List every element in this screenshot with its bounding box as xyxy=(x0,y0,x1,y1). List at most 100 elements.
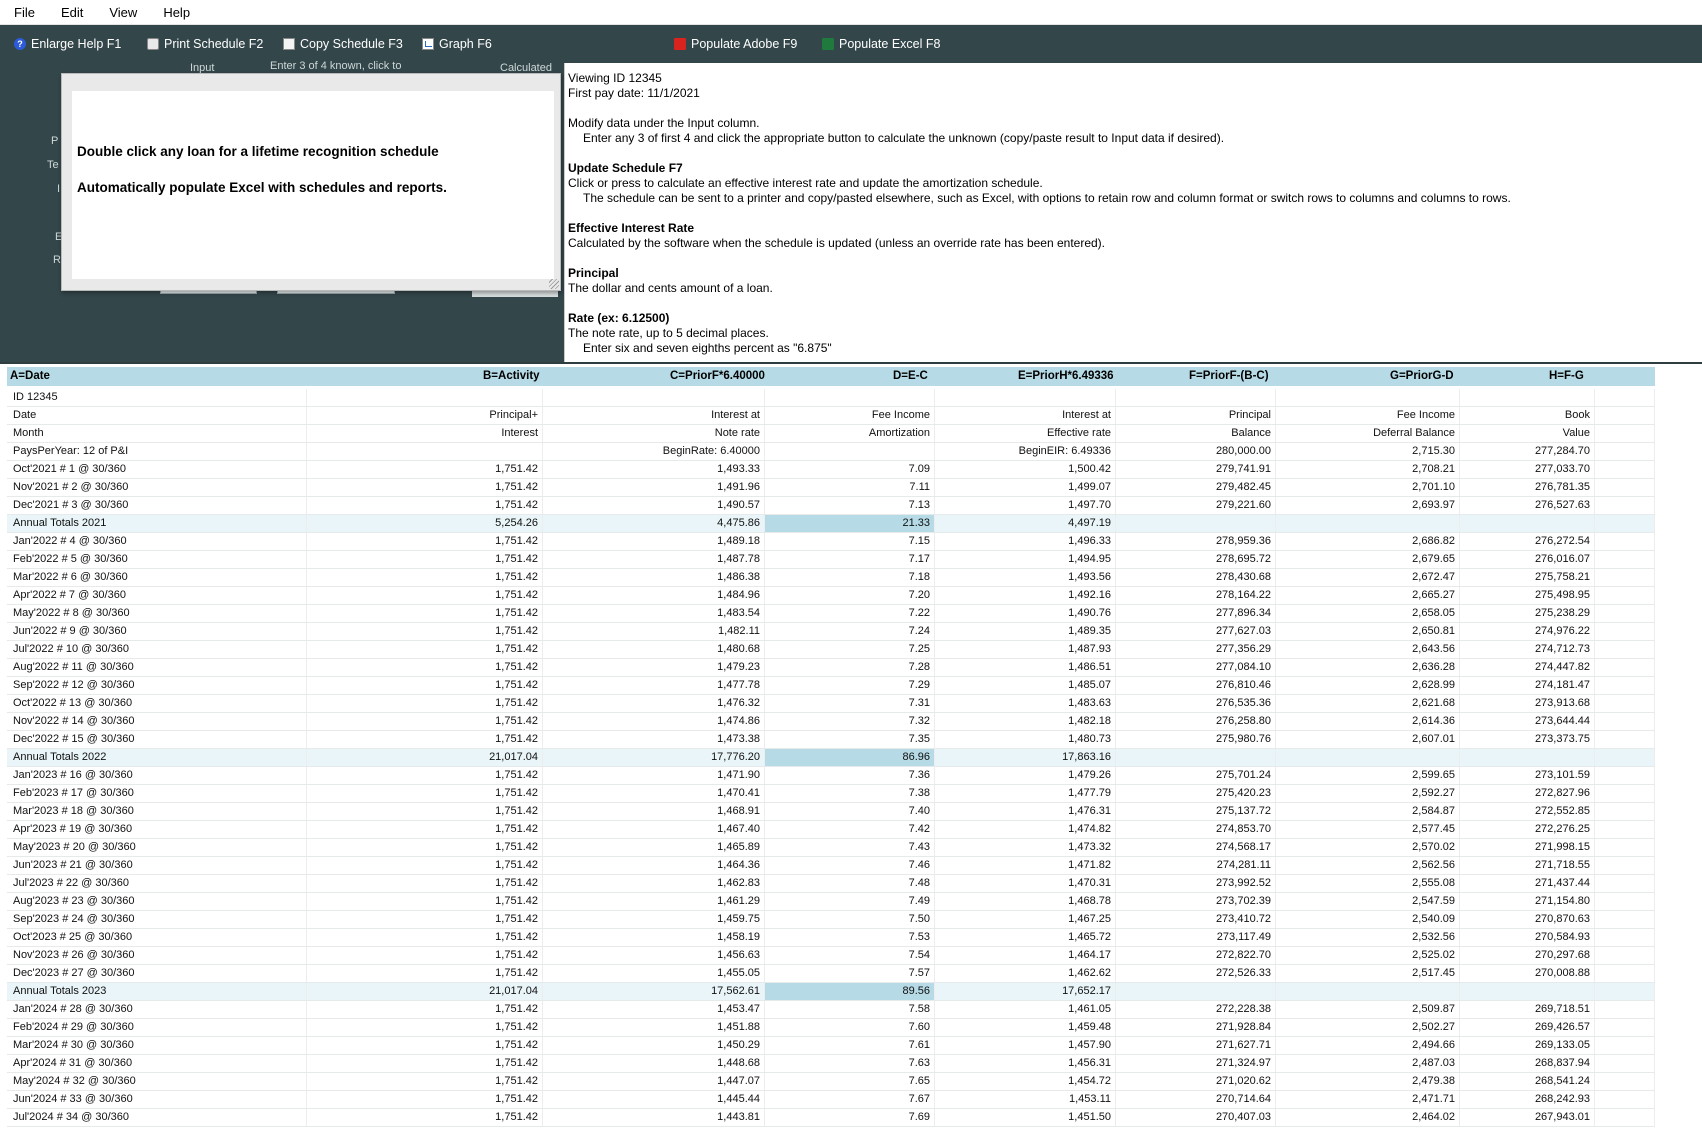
table-row[interactable]: May'2023 # 20 @ 30/360 1,751.42 1,465.89 7.… xyxy=(7,839,1655,857)
eff-interest-cell: 1,473.32 xyxy=(935,839,1116,856)
empty-cell xyxy=(1595,911,1655,928)
table-row[interactable]: Month Interest Note rate Amortization Effect… xyxy=(7,425,1655,443)
deferral-cell: 2,502.27 xyxy=(1276,1019,1460,1036)
table-row[interactable]: Jul'2022 # 10 @ 30/360 1,751.42 1,480.68 7.… xyxy=(7,641,1655,659)
empty-cell xyxy=(1595,1001,1655,1018)
print-schedule-button[interactable]: Print Schedule F2 xyxy=(147,25,263,63)
col-header-activity[interactable]: B=Activity xyxy=(483,367,540,386)
deferral-cell: 2,509.87 xyxy=(1276,1001,1460,1018)
fee-amort-cell: Amortization xyxy=(765,425,935,442)
table-row[interactable]: Oct'2021 # 1 @ 30/360 1,751.42 1,493.33 7.0… xyxy=(7,461,1655,479)
book-value-cell: 274,447.82 xyxy=(1460,659,1595,676)
table-row[interactable]: May'2022 # 8 @ 30/360 1,751.42 1,483.54 7.2… xyxy=(7,605,1655,623)
date-cell: Jan'2024 # 28 @ 30/360 xyxy=(7,1001,307,1018)
note-interest-cell: 17,776.20 xyxy=(543,749,765,766)
col-header-note-interest[interactable]: C=PriorF*6.40000 xyxy=(670,367,765,386)
table-row[interactable]: Dec'2021 # 3 @ 30/360 1,751.42 1,490.57 7.1… xyxy=(7,497,1655,515)
populate-excel-button[interactable]: Populate Excel F8 xyxy=(822,25,940,63)
table-row[interactable]: Oct'2022 # 13 @ 30/360 1,751.42 1,476.32 7.… xyxy=(7,695,1655,713)
activity-cell xyxy=(307,443,543,460)
col-header-eff-interest[interactable]: E=PriorH*6.49336 xyxy=(1018,367,1114,386)
table-row[interactable]: ID 12345 xyxy=(7,389,1655,407)
table-row[interactable]: Jul'2024 # 34 @ 30/360 1,751.42 1,443.81 7.… xyxy=(7,1109,1655,1127)
book-value-cell xyxy=(1460,983,1595,1000)
table-row[interactable]: Nov'2021 # 2 @ 30/360 1,751.42 1,491.96 7.1… xyxy=(7,479,1655,497)
table-row[interactable]: Apr'2023 # 19 @ 30/360 1,751.42 1,467.40 7.… xyxy=(7,821,1655,839)
annual-totals-row[interactable]: Annual Totals 2021 5,254.26 4,475.86 21.33 4… xyxy=(7,515,1655,533)
book-value-cell: 267,943.01 xyxy=(1460,1109,1595,1126)
fee-amort-cell: 7.29 xyxy=(765,677,935,694)
principal-cell xyxy=(1116,389,1276,406)
date-cell: Month xyxy=(7,425,307,442)
resize-grip[interactable] xyxy=(549,279,559,289)
fee-amort-cell: 7.38 xyxy=(765,785,935,802)
book-value-cell: 273,373.75 xyxy=(1460,731,1595,748)
menu-view[interactable]: View xyxy=(95,0,149,25)
table-row[interactable]: Oct'2023 # 25 @ 30/360 1,751.42 1,458.19 7.… xyxy=(7,929,1655,947)
table-row[interactable]: Jan'2023 # 16 @ 30/360 1,751.42 1,471.90 7.… xyxy=(7,767,1655,785)
help-update-sub: The schedule can be sent to a printer an… xyxy=(583,191,1511,205)
table-row[interactable]: Nov'2023 # 26 @ 30/360 1,751.42 1,456.63 7.… xyxy=(7,947,1655,965)
table-row[interactable]: Mar'2023 # 18 @ 30/360 1,751.42 1,468.91 7.… xyxy=(7,803,1655,821)
principal-cell: 274,568.17 xyxy=(1116,839,1276,856)
copy-schedule-button[interactable]: Copy Schedule F3 xyxy=(283,25,403,63)
activity-cell: 1,751.42 xyxy=(307,677,543,694)
empty-cell xyxy=(1595,695,1655,712)
empty-cell xyxy=(1595,965,1655,982)
table-row[interactable]: Jun'2024 # 33 @ 30/360 1,751.42 1,445.44 7.… xyxy=(7,1091,1655,1109)
col-header-fee-amort[interactable]: D=E-C xyxy=(893,367,928,386)
table-row[interactable]: Jan'2022 # 4 @ 30/360 1,751.42 1,489.18 7.1… xyxy=(7,533,1655,551)
table-row[interactable]: Apr'2022 # 7 @ 30/360 1,751.42 1,484.96 7.2… xyxy=(7,587,1655,605)
note-interest-cell: 1,479.23 xyxy=(543,659,765,676)
col-header-principal[interactable]: F=PriorF-(B-C) xyxy=(1189,367,1269,386)
graph-button[interactable]: Graph F6 xyxy=(422,25,492,63)
table-row[interactable]: Dec'2023 # 27 @ 30/360 1,751.42 1,455.05 7.… xyxy=(7,965,1655,983)
table-row[interactable]: Mar'2022 # 6 @ 30/360 1,751.42 1,486.38 7.1… xyxy=(7,569,1655,587)
annual-totals-row[interactable]: Annual Totals 2023 21,017.04 17,562.61 89.5… xyxy=(7,983,1655,1001)
fee-amort-cell: 7.69 xyxy=(765,1109,935,1126)
table-row[interactable]: Sep'2023 # 24 @ 30/360 1,751.42 1,459.75 7.… xyxy=(7,911,1655,929)
table-row[interactable]: Jun'2023 # 21 @ 30/360 1,751.42 1,464.36 7.… xyxy=(7,857,1655,875)
table-row[interactable]: PaysPerYear: 12 of P&I BeginRate: 6.40000… xyxy=(7,443,1655,461)
table-row[interactable]: Date Principal+ Interest at Fee Income Inter… xyxy=(7,407,1655,425)
note-interest-cell: 1,453.47 xyxy=(543,1001,765,1018)
date-cell: Mar'2022 # 6 @ 30/360 xyxy=(7,569,307,586)
principal-cell xyxy=(1116,515,1276,532)
date-cell: ID 12345 xyxy=(7,389,307,406)
table-row[interactable]: Aug'2023 # 23 @ 30/360 1,751.42 1,461.29 7.… xyxy=(7,893,1655,911)
col-header-deferral[interactable]: G=PriorG-D xyxy=(1390,367,1454,386)
empty-cell xyxy=(1595,929,1655,946)
table-row[interactable]: Mar'2024 # 30 @ 30/360 1,751.42 1,450.29 7.… xyxy=(7,1037,1655,1055)
table-row[interactable]: Feb'2023 # 17 @ 30/360 1,751.42 1,470.41 7.… xyxy=(7,785,1655,803)
note-interest-cell: 1,451.88 xyxy=(543,1019,765,1036)
table-row[interactable]: Jun'2022 # 9 @ 30/360 1,751.42 1,482.11 7.2… xyxy=(7,623,1655,641)
table-row[interactable]: Jan'2024 # 28 @ 30/360 1,751.42 1,453.47 7.… xyxy=(7,1001,1655,1019)
table-row[interactable]: Feb'2024 # 29 @ 30/360 1,751.42 1,451.88 7.… xyxy=(7,1019,1655,1037)
deferral-cell: 2,540.09 xyxy=(1276,911,1460,928)
empty-cell xyxy=(1595,767,1655,784)
book-value-cell: 269,718.51 xyxy=(1460,1001,1595,1018)
table-row[interactable]: Feb'2022 # 5 @ 30/360 1,751.42 1,487.78 7.1… xyxy=(7,551,1655,569)
menu-edit[interactable]: Edit xyxy=(47,0,95,25)
table-row[interactable]: Jul'2023 # 22 @ 30/360 1,751.42 1,462.83 7.… xyxy=(7,875,1655,893)
date-cell: Feb'2022 # 5 @ 30/360 xyxy=(7,551,307,568)
enlarge-help-button[interactable]: ? Enlarge Help F1 xyxy=(14,25,121,63)
menu-help[interactable]: Help xyxy=(149,0,202,25)
table-row[interactable]: May'2024 # 32 @ 30/360 1,751.42 1,447.07 7.… xyxy=(7,1073,1655,1091)
col-header-book-value[interactable]: H=F-G xyxy=(1549,367,1584,386)
fee-amort-cell: 7.32 xyxy=(765,713,935,730)
table-row[interactable]: Dec'2022 # 15 @ 30/360 1,751.42 1,473.38 7.… xyxy=(7,731,1655,749)
table-row[interactable]: Sep'2022 # 12 @ 30/360 1,751.42 1,477.78 7.… xyxy=(7,677,1655,695)
principal-cell xyxy=(1116,749,1276,766)
table-row[interactable]: Nov'2022 # 14 @ 30/360 1,751.42 1,474.86 7.… xyxy=(7,713,1655,731)
table-row[interactable]: Apr'2024 # 31 @ 30/360 1,751.42 1,448.68 7.… xyxy=(7,1055,1655,1073)
menu-file[interactable]: File xyxy=(0,0,47,25)
deferral-cell xyxy=(1276,749,1460,766)
populate-adobe-button[interactable]: Populate Adobe F9 xyxy=(674,25,797,63)
col-header-date[interactable]: A=Date xyxy=(10,367,50,386)
date-cell: Date xyxy=(7,407,307,424)
table-row[interactable]: Aug'2022 # 11 @ 30/360 1,751.42 1,479.23 7.… xyxy=(7,659,1655,677)
deferral-cell: 2,479.38 xyxy=(1276,1073,1460,1090)
deferral-cell: 2,665.27 xyxy=(1276,587,1460,604)
annual-totals-row[interactable]: Annual Totals 2022 21,017.04 17,776.20 86.9… xyxy=(7,749,1655,767)
